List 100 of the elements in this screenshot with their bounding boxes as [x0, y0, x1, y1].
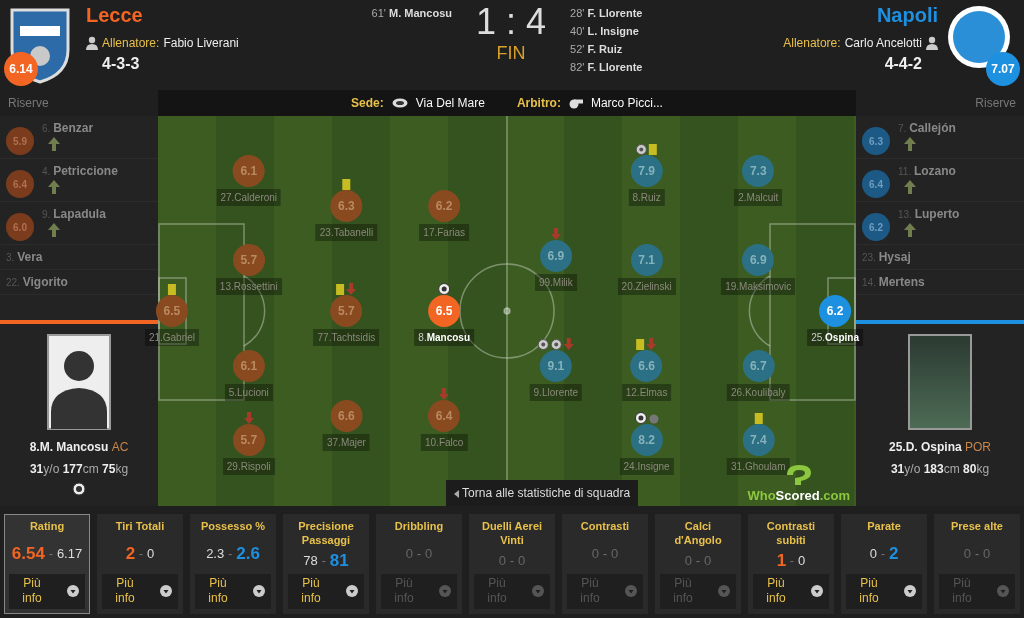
- down-circle-icon: [718, 585, 730, 598]
- badge-icon: [72, 482, 86, 496]
- stat-value: 0: [498, 551, 506, 570]
- booking-card-icon: [754, 412, 763, 424]
- player-stats: 31y/o 177cm 75kg: [29, 461, 129, 478]
- player-rating[interactable]: 6.1: [232, 154, 265, 187]
- player-position: AC: [111, 440, 129, 454]
- more-info-button[interactable]: Più info: [102, 573, 178, 609]
- player-card-name: 8.M. Mancosu: [29, 440, 109, 454]
- stat-value: 0: [869, 544, 877, 563]
- player-rating[interactable]: 6.2: [819, 295, 852, 327]
- down-circle-icon: [253, 585, 265, 598]
- back-button[interactable]: Torna alle statistiche di squadra: [446, 480, 639, 506]
- player-name[interactable]: 31.Ghoulam: [727, 457, 790, 475]
- team-name[interactable]: Napoli: [876, 4, 938, 26]
- stat-card[interactable]: Precisione Passaggi 78 - 81 Più info: [283, 514, 369, 614]
- reserves-heading: Riserve: [975, 96, 1016, 110]
- player-rating[interactable]: 6.7: [742, 349, 775, 382]
- more-info-button[interactable]: Più info: [846, 573, 922, 609]
- player-rating[interactable]: 6.5: [155, 295, 188, 327]
- coach-name: Fabio Liverani: [163, 35, 239, 52]
- stat-value: 0: [405, 544, 413, 563]
- player-rating[interactable]: 6.2: [428, 189, 461, 222]
- player-name[interactable]: 37.Majer: [323, 434, 370, 452]
- team-rating: 7.07: [986, 52, 1020, 86]
- player-name[interactable]: 20.Zielinski: [617, 278, 676, 296]
- player-name[interactable]: 17.Farias: [419, 223, 469, 241]
- more-info-button[interactable]: Più info: [9, 573, 85, 609]
- value-separator: -: [790, 552, 795, 570]
- stat-card[interactable]: Contrasti subiti 1 - 0 Più info: [748, 514, 834, 614]
- scorer: 40' L. Insigne: [570, 24, 639, 39]
- player-name[interactable]: 12.Elmas: [621, 383, 672, 401]
- player-name[interactable]: 29.Rispoli: [222, 457, 275, 475]
- player-rating[interactable]: 7.3: [742, 154, 775, 187]
- player-rating[interactable]: 6.1: [232, 349, 265, 382]
- player-name[interactable]: 13.Rossettini: [215, 278, 282, 296]
- booking-card-icon: [636, 338, 645, 350]
- stat-value: 0: [798, 551, 806, 570]
- down-circle-icon: [811, 585, 823, 598]
- down-circle-icon: [439, 585, 451, 598]
- player-name[interactable]: 9.Llorente: [529, 383, 583, 401]
- player-rating[interactable]: 6.3: [330, 189, 363, 222]
- player-rating[interactable]: 5.7: [232, 244, 265, 277]
- caret-left-icon: [454, 489, 459, 498]
- badge-icon: [438, 283, 451, 295]
- team-rating: 6.14: [4, 52, 38, 86]
- player-rating[interactable]: 6.6: [330, 400, 363, 433]
- player-name[interactable]: 27.Calderoni: [216, 188, 282, 206]
- stat-value: 2.6: [236, 542, 260, 565]
- more-info-button[interactable]: Più info: [753, 573, 829, 609]
- stat-card[interactable]: Rating 6.54 - 6.17 Più info: [4, 514, 90, 614]
- reserve-rating: 6.4: [862, 170, 890, 198]
- stat-card[interactable]: Tiri Totali 2 - 0 Più info: [97, 514, 183, 614]
- player-rating[interactable]: 6.6: [630, 349, 663, 382]
- stat-title: Rating: [29, 519, 65, 534]
- stat-card[interactable]: Parate 0 - 2 Più info: [841, 514, 927, 614]
- player-name[interactable]: 8.Ruiz: [628, 188, 665, 206]
- down-circle-icon: [625, 585, 637, 598]
- player-rating[interactable]: 6.9: [539, 240, 572, 273]
- player-name[interactable]: 99.Milik: [534, 274, 577, 292]
- team-name[interactable]: Lecce: [86, 4, 143, 26]
- player-name[interactable]: 2.Malcuit: [734, 188, 783, 206]
- player-name[interactable]: 5.Lucioni: [224, 383, 273, 401]
- player-name[interactable]: 19.Maksimovic: [721, 278, 796, 296]
- more-info-button[interactable]: Più info: [288, 573, 364, 609]
- more-info-button[interactable]: Più info: [195, 573, 271, 609]
- stat-title: Tiri Totali: [115, 519, 165, 534]
- value-separator: -: [417, 545, 421, 563]
- booking-card-icon: [167, 284, 176, 295]
- player-name[interactable]: 10.Falco: [421, 434, 468, 452]
- stat-card[interactable]: Possesso % 2.3 - 2.6 Più info: [190, 514, 276, 614]
- player-name[interactable]: 8.Mancosu: [414, 329, 474, 346]
- down-arrow-icon: [563, 337, 574, 350]
- player-rating[interactable]: 6.4: [428, 400, 461, 433]
- player-rating[interactable]: 6.9: [742, 244, 775, 277]
- player-rating[interactable]: 8.2: [630, 423, 663, 456]
- silhouette-icon: [47, 334, 111, 430]
- player-stats: 31y/o 183cm 80kg: [890, 461, 990, 478]
- ball-icon: [537, 338, 549, 350]
- stat-value: 0: [591, 544, 599, 563]
- player-name[interactable]: 77.Tachtsidis: [313, 329, 380, 346]
- player-rating[interactable]: 5.7: [232, 423, 265, 456]
- scorer: 61' M. Mancosu: [371, 6, 452, 21]
- stat-value: 0: [611, 544, 619, 563]
- player-rating[interactable]: 7.4: [742, 423, 775, 456]
- stat-value: 0: [963, 544, 971, 563]
- whistle-icon: [568, 97, 583, 109]
- player-rating[interactable]: 5.7: [330, 295, 363, 327]
- booking-card-icon: [342, 178, 351, 190]
- player-rating[interactable]: 9.1: [539, 349, 572, 382]
- match-status: FIN: [496, 42, 526, 65]
- value-separator: -: [975, 545, 979, 563]
- player-name[interactable]: 23.Tabanelli: [315, 223, 378, 241]
- ball-icon: [636, 143, 648, 155]
- player-name[interactable]: 26.Koulibaly: [727, 383, 790, 401]
- player-rating[interactable]: 7.9: [630, 154, 663, 187]
- person-icon: [926, 36, 938, 50]
- player-name[interactable]: 24.Insigne: [619, 457, 674, 475]
- player-rating[interactable]: 7.1: [630, 244, 663, 277]
- player-rating[interactable]: 6.5: [428, 295, 461, 327]
